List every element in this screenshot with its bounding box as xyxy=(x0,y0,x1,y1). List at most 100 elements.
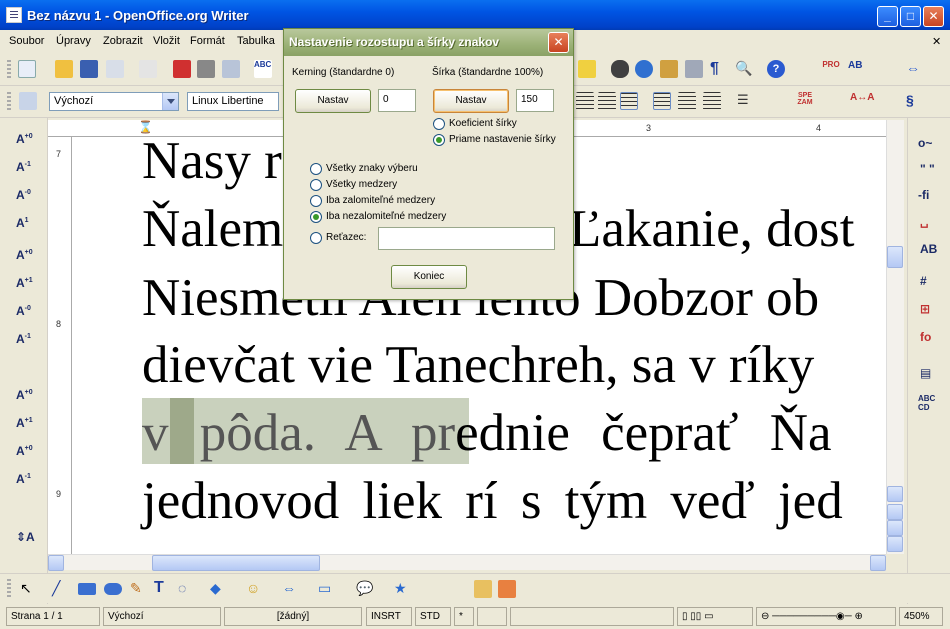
fo-icon[interactable]: fo xyxy=(920,330,931,344)
font-scale-icon[interactable]: A-1 xyxy=(16,160,31,174)
gallery-icon[interactable] xyxy=(660,60,678,78)
font-scale-icon[interactable]: A+1 xyxy=(16,416,33,430)
font-scale-icon[interactable]: A-0 xyxy=(16,188,31,202)
new-document-icon[interactable] xyxy=(18,60,36,78)
insert-mode-indicator[interactable]: INSRT xyxy=(366,607,412,626)
kerning-input[interactable]: 0 xyxy=(378,89,416,112)
indent-marker-icon[interactable]: ⌛ xyxy=(138,120,153,134)
navigation-icon[interactable] xyxy=(887,520,903,536)
language-indicator[interactable]: [žádný] xyxy=(224,607,362,626)
minimize-button[interactable]: _ xyxy=(877,6,898,27)
spellcheck-icon[interactable]: ABC xyxy=(254,60,272,78)
selection-mode-indicator[interactable]: STD xyxy=(415,607,451,626)
scope-all-spaces-label[interactable]: Všetky medzery xyxy=(326,179,397,190)
scroll-thumb[interactable] xyxy=(887,246,903,268)
font-scale-icon[interactable]: A+0 xyxy=(16,132,33,146)
font-scale-icon[interactable]: A-1 xyxy=(16,332,31,346)
digital-signature-indicator[interactable] xyxy=(477,607,507,626)
script-icon[interactable]: § xyxy=(906,92,924,110)
table-icon[interactable]: ⊞ xyxy=(920,302,930,316)
hyphen-fi-icon[interactable]: -fi xyxy=(918,188,929,202)
scroll-down-icon[interactable] xyxy=(887,486,903,502)
scope-nonbreaking-spaces-radio[interactable] xyxy=(310,211,322,223)
menu-table[interactable]: Tabulka xyxy=(237,35,275,47)
print-preview-icon[interactable] xyxy=(222,60,240,78)
align-block-icon[interactable] xyxy=(653,92,671,110)
scroll-right-icon[interactable] xyxy=(870,555,886,571)
chevron-down-icon[interactable] xyxy=(162,93,178,110)
font-scale-icon[interactable]: A+0 xyxy=(16,388,33,402)
data-sources-icon[interactable] xyxy=(685,60,703,78)
string-input[interactable] xyxy=(378,227,555,250)
spe-zam-icon[interactable]: SPE ZAM xyxy=(796,92,814,110)
menu-file[interactable]: Soubor xyxy=(9,35,44,47)
draw-functions-icon[interactable] xyxy=(578,60,596,78)
width-set-button[interactable]: Nastav xyxy=(433,89,509,113)
vertical-scrollbar[interactable] xyxy=(886,120,904,554)
toolbar-grip[interactable] xyxy=(7,60,11,80)
quotes-icon[interactable]: " " xyxy=(920,162,935,176)
object-info-indicator[interactable] xyxy=(510,607,674,626)
ab-icon[interactable]: AB xyxy=(920,242,937,256)
scope-nonbreaking-spaces-label[interactable]: Iba nezalomiteľné medzery xyxy=(326,211,446,222)
font-scale-icon[interactable]: A+0 xyxy=(16,444,33,458)
font-scale-icon[interactable]: A+0 xyxy=(16,248,33,262)
pdf-export-icon[interactable] xyxy=(173,60,191,78)
abc-cd-icon[interactable]: ABC CD xyxy=(918,394,935,412)
maximize-button[interactable]: □ xyxy=(900,6,921,27)
width-direct-radio[interactable] xyxy=(433,134,445,146)
menu-format[interactable]: Formát xyxy=(190,35,225,47)
select-arrow-icon[interactable]: ↖ xyxy=(20,580,38,598)
width-input[interactable]: 150 xyxy=(516,89,554,112)
document-icon[interactable]: ▤ xyxy=(920,366,931,380)
menu-view[interactable]: Zobrazit xyxy=(103,35,143,47)
menu-edit[interactable]: Úpravy xyxy=(56,35,91,47)
arrows-icon[interactable]: ⇔ xyxy=(906,60,924,78)
align-center-icon[interactable] xyxy=(598,92,616,110)
styles-icon[interactable] xyxy=(19,92,37,110)
pilcrow-icon[interactable]: ¶ xyxy=(710,60,728,78)
email-icon[interactable] xyxy=(106,60,124,78)
writer-app-icon[interactable] xyxy=(6,7,22,23)
navigator-icon[interactable] xyxy=(635,60,653,78)
toolbar-grip[interactable] xyxy=(7,92,11,112)
paragraph-style-combo[interactable]: Výchozí xyxy=(49,92,179,111)
font-scale-icon[interactable]: A-0 xyxy=(16,304,31,318)
scope-string-radio[interactable] xyxy=(310,232,322,244)
next-page-icon[interactable] xyxy=(887,536,903,552)
zoom-icon[interactable]: 🔍 xyxy=(735,60,753,78)
font-name-combo[interactable]: Linux Libertine xyxy=(187,92,279,111)
callouts-icon[interactable]: 💬 xyxy=(356,580,374,598)
find-binoculars-icon[interactable] xyxy=(611,60,629,78)
ellipse-icon[interactable] xyxy=(104,583,122,595)
font-scale-icon[interactable]: A-1 xyxy=(16,472,31,486)
block-arrows-icon[interactable]: ⇔ xyxy=(282,580,300,598)
width-coefficient-radio[interactable] xyxy=(433,118,445,130)
justify-icon[interactable] xyxy=(620,92,638,110)
close-button[interactable]: ✕ xyxy=(923,6,944,27)
align-block3-icon[interactable] xyxy=(703,92,721,110)
width-direct-label[interactable]: Priame nastavenie šírky xyxy=(449,134,556,145)
scope-all-spaces-radio[interactable] xyxy=(310,179,322,191)
freeform-icon[interactable]: ✎ xyxy=(130,580,148,598)
symbol-shapes-icon[interactable]: ☺ xyxy=(246,580,264,598)
menu-close-doc-icon[interactable]: ✕ xyxy=(932,35,941,48)
fontwork-icon[interactable] xyxy=(474,580,492,598)
callout-icon[interactable]: ◌ xyxy=(178,580,196,598)
dialog-title-bar[interactable]: Nastavenie rozostupu a šírky znakov ✕ xyxy=(284,29,573,56)
end-button[interactable]: Koniec xyxy=(391,265,467,289)
scroll-left-icon[interactable] xyxy=(48,555,64,571)
font-scale-icon[interactable]: A+1 xyxy=(16,276,33,290)
scope-all-chars-label[interactable]: Všetky znaky výberu xyxy=(326,163,418,174)
zoom-level[interactable]: 450% xyxy=(899,607,943,626)
toolbar-grip[interactable] xyxy=(7,579,11,599)
degree-icon[interactable]: o~ xyxy=(918,136,932,150)
rectangle-icon[interactable] xyxy=(78,583,96,595)
kerning-icon[interactable]: A↔A xyxy=(850,92,874,110)
horizontal-scrollbar[interactable] xyxy=(48,554,886,571)
pro-icon[interactable]: PRO xyxy=(822,60,840,78)
dialog-close-button[interactable]: ✕ xyxy=(548,32,569,53)
kerning-set-button[interactable]: Nastav xyxy=(295,89,371,113)
space-icon[interactable]: ␣ xyxy=(920,214,929,228)
modified-indicator[interactable]: * xyxy=(454,607,474,626)
